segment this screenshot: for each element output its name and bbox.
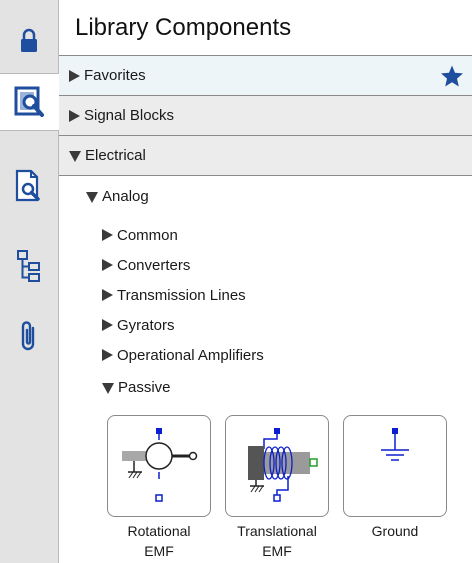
tree-node-converters[interactable]: Converters	[102, 253, 190, 277]
expand-arrow-icon	[102, 289, 113, 301]
tree-node-label: Gyrators	[117, 316, 175, 334]
favorite-star-icon[interactable]	[440, 64, 464, 88]
hierarchy-icon	[17, 250, 40, 282]
section-favorites[interactable]: Favorites	[59, 56, 472, 96]
expand-arrow-icon	[102, 349, 113, 361]
library-icon	[14, 86, 44, 117]
tree-node-transmission-lines[interactable]: Transmission Lines	[102, 283, 246, 307]
translational-emf-icon	[248, 428, 318, 502]
label-line: Translational	[237, 523, 317, 539]
tree-node-label: Analog	[102, 187, 149, 205]
section-label: Favorites	[84, 67, 146, 84]
sidebar-rail	[0, 0, 60, 563]
panel-title: Library Components	[59, 0, 472, 56]
component-label-translational-emf: Translational EMF	[225, 521, 329, 561]
tree-node-gyrators[interactable]: Gyrators	[102, 313, 175, 337]
section-label: Electrical	[85, 147, 146, 164]
paperclip-icon	[21, 321, 35, 351]
component-label-rotational-emf: Rotational EMF	[107, 521, 211, 561]
expand-arrow-icon	[69, 69, 80, 82]
collapse-arrow-icon	[86, 191, 98, 203]
component-rotational-emf[interactable]	[107, 415, 211, 517]
component-translational-emf[interactable]	[225, 415, 329, 517]
expand-arrow-icon	[69, 109, 80, 122]
tree-node-label: Converters	[117, 256, 191, 274]
section-electrical[interactable]: Electrical	[59, 136, 472, 176]
tree-node-label: Passive	[118, 378, 171, 396]
section-signal-blocks[interactable]: Signal Blocks	[59, 96, 472, 136]
expand-arrow-icon	[102, 259, 113, 271]
lock-button[interactable]	[0, 12, 58, 70]
rotational-emf-icon	[122, 428, 198, 502]
document-search-icon	[15, 169, 40, 202]
tree-node-operational-amplifiers[interactable]: Operational Amplifiers	[102, 343, 264, 367]
label-line: Rotational	[127, 523, 191, 539]
tree-node-label: Common	[117, 226, 178, 244]
label-line: Ground	[371, 523, 419, 539]
hierarchy-button[interactable]	[0, 237, 58, 295]
tree-node-common[interactable]: Common	[102, 223, 178, 247]
tree-node-label: Transmission Lines	[117, 286, 246, 304]
lock-icon	[21, 28, 37, 52]
expand-arrow-icon	[102, 229, 113, 241]
component-ground[interactable]	[343, 415, 447, 517]
ground-icon	[381, 428, 409, 461]
collapse-arrow-icon	[102, 382, 114, 394]
library-panel: Library Components Favorites Signal Bloc…	[59, 0, 472, 563]
tree-node-analog[interactable]: Analog	[86, 184, 149, 208]
tree-node-label: Operational Amplifiers	[117, 346, 264, 364]
component-label-ground: Ground	[343, 521, 447, 541]
label-line: EMF	[144, 543, 174, 559]
section-label: Signal Blocks	[84, 107, 175, 124]
tree-node-passive[interactable]: Passive	[102, 375, 171, 399]
attachments-button[interactable]	[0, 307, 58, 365]
label-line: EMF	[262, 543, 292, 559]
collapse-arrow-icon	[69, 151, 81, 162]
expand-arrow-icon	[102, 319, 113, 331]
library-button[interactable]	[0, 73, 60, 131]
document-search-button[interactable]	[0, 157, 58, 215]
